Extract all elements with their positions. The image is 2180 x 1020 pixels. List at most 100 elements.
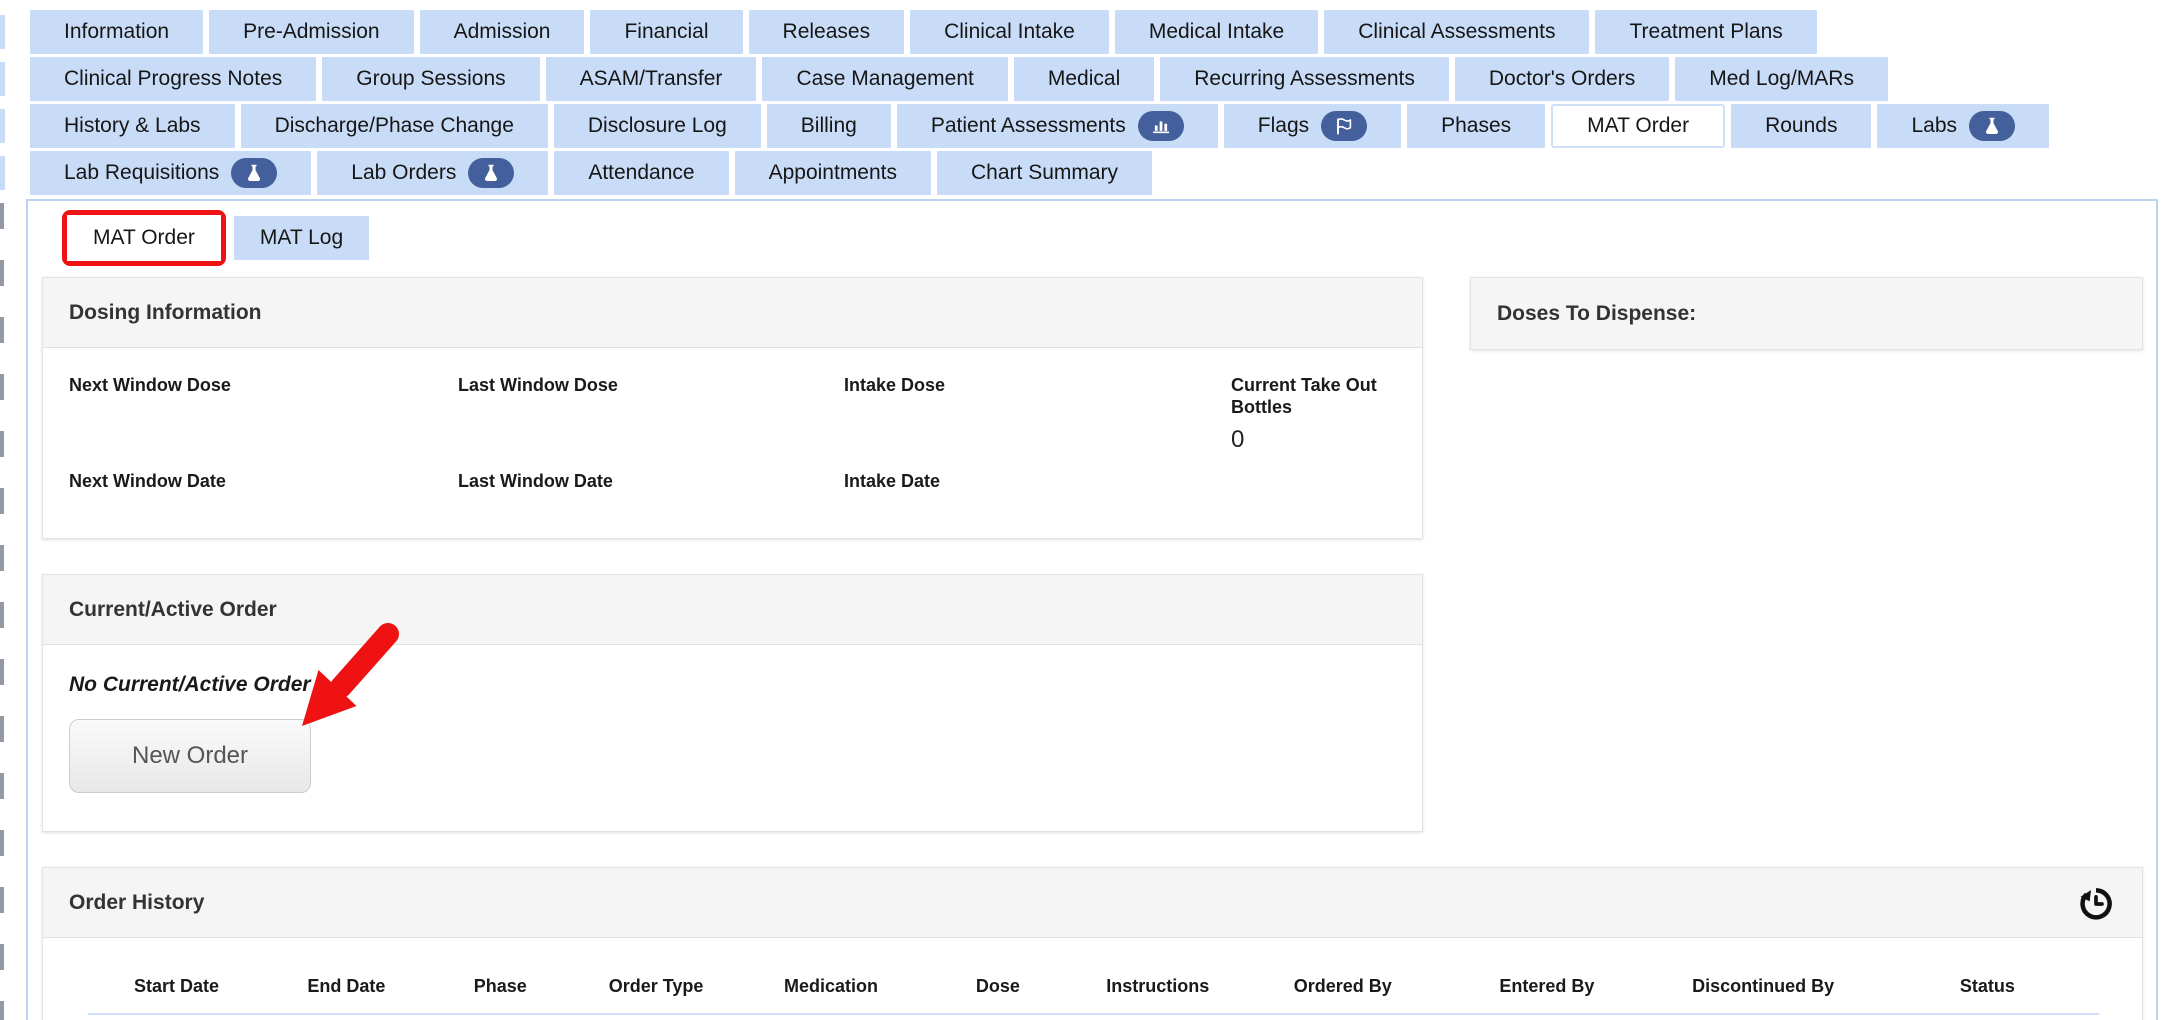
col-phase: Phase [428,938,573,1014]
col-medication: Medication [740,938,923,1014]
col-ordered-by: Ordered By [1242,938,1443,1014]
tab-label: Lab Orders [351,151,456,195]
tab-asam-transfer[interactable]: ASAM/Transfer [546,57,757,101]
tab-row-2: Clinical Progress Notes Group Sessions A… [30,57,2180,101]
dosing-grid-row-1: Next Window Dose Last Window Dose Intake… [69,374,1396,456]
tab-clinical-progress-notes[interactable]: Clinical Progress Notes [30,57,316,101]
flag-icon [1321,111,1367,141]
col-discontinued-by: Discontinued By [1650,938,1875,1014]
tab-clinical-assessments[interactable]: Clinical Assessments [1324,10,1589,54]
flask-icon [1969,111,2015,141]
flask-icon [231,158,277,188]
mat-subtabs: MAT Order MAT Log [62,210,2156,266]
col-order-type: Order Type [573,938,740,1014]
empty-cell [1231,470,1396,492]
tab-flags[interactable]: Flags [1224,104,1401,148]
tab-appointments[interactable]: Appointments [735,151,931,195]
tab-discharge-phase-change[interactable]: Discharge/Phase Change [241,104,548,148]
tab-attendance[interactable]: Attendance [554,151,728,195]
mat-order-panel-container: MAT Order MAT Log Dosing Information Nex… [26,199,2158,1020]
order-history-panel: Order History Start Date End Date [42,867,2143,1020]
dosing-grid-row-2: Next Window Date Last Window Date Intake… [69,470,1396,492]
tab-group-sessions[interactable]: Group Sessions [322,57,539,101]
intake-dose-field: Intake Dose [844,374,1231,456]
tab-phases[interactable]: Phases [1407,104,1545,148]
col-dose: Dose [923,938,1074,1014]
tab-lab-requisitions[interactable]: Lab Requisitions [30,151,311,195]
tab-row-4: Lab Requisitions Lab Orders Attendance A… [30,151,2180,195]
bar-chart-icon [1138,111,1184,141]
next-window-date-label: Next Window Date [69,470,458,492]
tab-patient-assessments[interactable]: Patient Assessments [897,104,1218,148]
order-history-header-row: Start Date End Date Phase Order Type Med… [88,938,2099,1014]
intake-date-field: Intake Date [844,470,1231,492]
current-take-out-bottles-label: Current Take Out Bottles [1231,374,1396,418]
order-history-table: Start Date End Date Phase Order Type Med… [88,938,2099,1015]
tab-chart-summary[interactable]: Chart Summary [937,151,1152,195]
dosing-information-header: Dosing Information [43,278,1422,348]
last-window-date-field: Last Window Date [458,470,844,492]
panel-title: Current/Active Order [69,598,277,622]
doses-to-dispense-panel: Doses To Dispense: [1470,277,2143,350]
col-end-date: End Date [265,938,428,1014]
intake-date-label: Intake Date [844,470,1231,492]
no-current-order-message: No Current/Active Order [69,673,1396,697]
tab-clinical-intake[interactable]: Clinical Intake [910,10,1109,54]
dosing-information-panel: Dosing Information Next Window Dose Last… [42,277,1423,539]
current-active-order-body: No Current/Active Order New Order [43,645,1422,831]
next-window-dose-field: Next Window Dose [69,374,458,456]
tab-releases[interactable]: Releases [749,10,905,54]
tab-rounds[interactable]: Rounds [1731,104,1871,148]
tab-label: Flags [1258,104,1309,148]
tab-pre-admission[interactable]: Pre-Admission [209,10,414,54]
tab-treatment-plans[interactable]: Treatment Plans [1595,10,1816,54]
dosing-information-body: Next Window Dose Last Window Dose Intake… [43,348,1422,538]
tab-financial[interactable]: Financial [590,10,742,54]
red-highlight-box: MAT Order [62,210,226,266]
tab-med-log-mars[interactable]: Med Log/MARs [1675,57,1888,101]
tab-billing[interactable]: Billing [767,104,891,148]
tab-recurring-assessments[interactable]: Recurring Assessments [1160,57,1449,101]
tab-mat-order[interactable]: MAT Order [1551,104,1725,148]
tab-labs[interactable]: Labs [1877,104,2049,148]
last-window-dose-value [458,404,844,434]
last-window-dose-label: Last Window Dose [458,374,844,396]
tab-label: Patient Assessments [931,104,1126,148]
panel-title: Dosing Information [69,301,262,325]
last-window-date-label: Last Window Date [458,470,844,492]
flask-icon [468,158,514,188]
clipped-edge-dashes [0,203,4,1020]
panel-title: Doses To Dispense: [1497,302,1696,326]
tab-disclosure-log[interactable]: Disclosure Log [554,104,761,148]
next-window-dose-label: Next Window Dose [69,374,458,396]
current-take-out-bottles-value: 0 [1231,426,1396,456]
tab-medical[interactable]: Medical [1014,57,1154,101]
dosing-row: Dosing Information Next Window Dose Last… [42,277,2156,539]
history-icon[interactable] [2076,883,2116,923]
current-active-order-panel: Current/Active Order No Current/Active O… [42,574,1423,832]
tab-information[interactable]: Information [30,10,203,54]
col-instructions: Instructions [1073,938,1242,1014]
col-entered-by: Entered By [1443,938,1650,1014]
new-order-button[interactable]: New Order [69,719,311,793]
subtab-mat-log[interactable]: MAT Log [234,216,369,260]
tab-history-labs[interactable]: History & Labs [30,104,235,148]
doses-to-dispense-header: Doses To Dispense: [1471,278,2142,349]
tab-doctors-orders[interactable]: Doctor's Orders [1455,57,1669,101]
next-window-dose-value [69,404,458,434]
col-status: Status [1876,938,2099,1014]
tab-admission[interactable]: Admission [420,10,585,54]
subtab-mat-order[interactable]: MAT Order [67,215,221,261]
tab-row-1: Information Pre-Admission Admission Fina… [30,10,2180,54]
tab-case-management[interactable]: Case Management [762,57,1007,101]
col-start-date: Start Date [88,938,265,1014]
tab-lab-orders[interactable]: Lab Orders [317,151,548,195]
next-window-date-field: Next Window Date [69,470,458,492]
tab-label: Labs [1911,104,1957,148]
panel-title: Order History [69,891,204,915]
tab-medical-intake[interactable]: Medical Intake [1115,10,1318,54]
chart-tab-navigation: Information Pre-Admission Admission Fina… [0,0,2180,195]
last-window-dose-field: Last Window Dose [458,374,844,456]
order-history-header: Order History [43,868,2142,938]
tab-label: Lab Requisitions [64,151,219,195]
